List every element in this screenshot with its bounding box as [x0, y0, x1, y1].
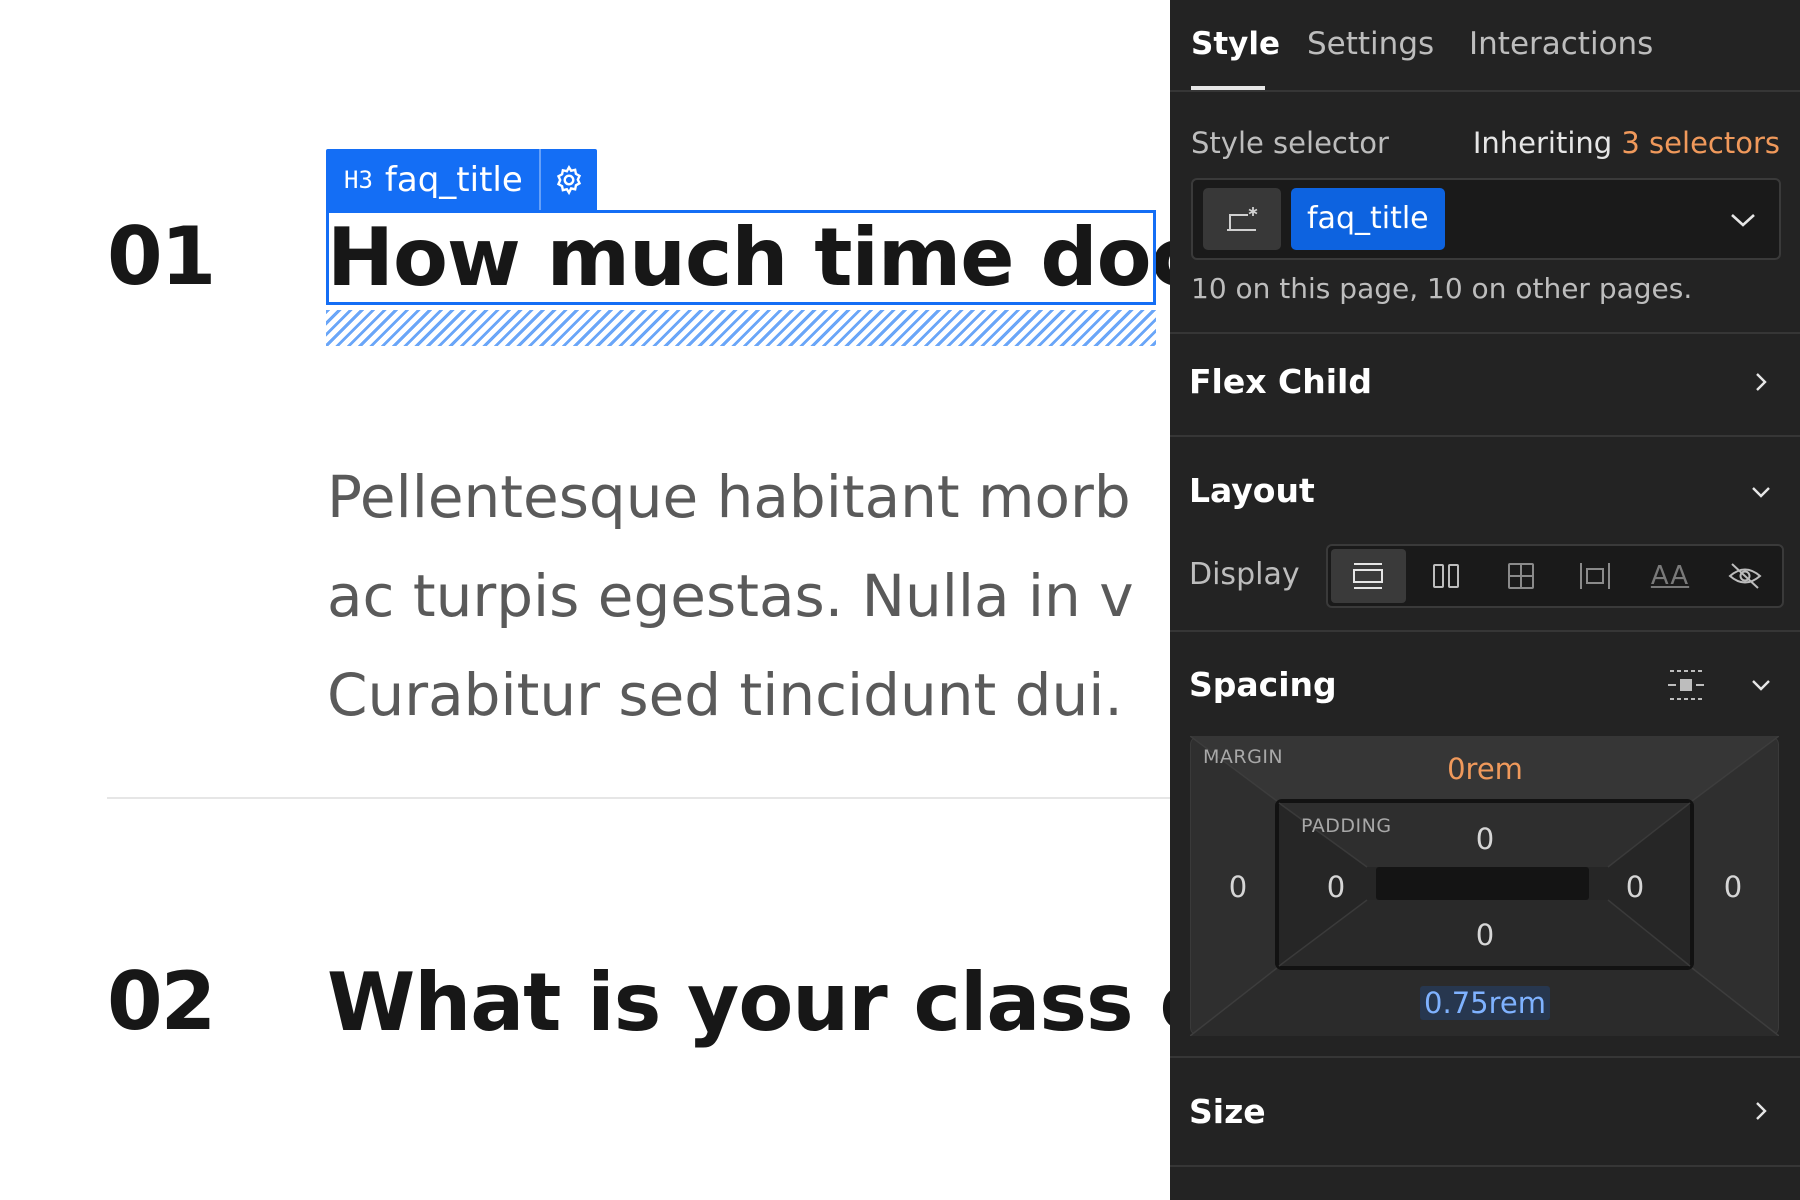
chevron-right-icon[interactable] [1744, 1094, 1778, 1128]
section-divider [1170, 1056, 1800, 1058]
chevron-down-icon[interactable] [1723, 200, 1763, 240]
selected-class-pill[interactable]: faq_title [1291, 188, 1445, 250]
faq-divider [107, 797, 1170, 799]
display-options: AA [1326, 544, 1784, 608]
padding-left-input[interactable]: 0 [1327, 870, 1345, 904]
style-selector-field[interactable]: faq_title [1191, 178, 1781, 260]
faq-number: 02 [107, 955, 216, 1048]
block-icon [1353, 563, 1384, 589]
gear-icon[interactable] [541, 149, 597, 210]
box-model-editor: MARGIN PADDING 0rem 0 0 0.75rem 0 0 0 0 [1190, 736, 1779, 1036]
flex-icon [1433, 564, 1459, 588]
padding-bottom-input[interactable]: 0 [1476, 918, 1494, 952]
selection-outline [326, 210, 1156, 305]
inheriting-info: Inheriting 3 selectors [1473, 126, 1780, 160]
section-divider [1170, 332, 1800, 334]
answer-line: Curabitur sed tincidunt dui. [327, 661, 1123, 729]
inline-icon: AA [1650, 561, 1690, 591]
faq-title[interactable]: What is your class co [327, 956, 1170, 1049]
chevron-down-icon[interactable] [1744, 475, 1778, 509]
section-spacing[interactable]: Spacing [1189, 665, 1337, 704]
section-flex-child[interactable]: Flex Child [1189, 362, 1372, 401]
section-divider [1170, 435, 1800, 437]
class-selector-icon [1227, 207, 1258, 231]
tab-style[interactable]: Style [1191, 26, 1280, 62]
tab-settings[interactable]: Settings [1307, 26, 1434, 62]
padding-right-input[interactable]: 0 [1626, 870, 1644, 904]
section-divider [1170, 1165, 1800, 1167]
element-class-label: faq_title [384, 159, 523, 200]
style-selector-label: Style selector [1191, 126, 1389, 160]
margin-left-input[interactable]: 0 [1229, 870, 1247, 904]
section-divider [1170, 630, 1800, 632]
margin-label: MARGIN [1203, 746, 1284, 768]
chevron-right-icon[interactable] [1744, 365, 1778, 399]
selector-state-button[interactable] [1203, 188, 1281, 250]
margin-bottom-input[interactable]: 0.75rem [1420, 986, 1550, 1020]
faq-number: 01 [107, 210, 216, 303]
spacing-preset-icon[interactable] [1663, 662, 1709, 708]
display-inline-button[interactable]: AA [1633, 546, 1708, 606]
padding-label: PADDING [1301, 815, 1392, 837]
inheriting-selectors-link[interactable]: 3 selectors [1621, 126, 1780, 160]
display-grid-button[interactable] [1483, 546, 1558, 606]
section-layout[interactable]: Layout [1189, 471, 1315, 510]
style-panel: Style Settings Interactions Style select… [1170, 0, 1800, 1200]
margin-hatch [326, 310, 1156, 346]
tab-interactions[interactable]: Interactions [1469, 26, 1653, 62]
display-none-button[interactable] [1707, 546, 1782, 606]
padding-top-input[interactable]: 0 [1476, 822, 1494, 856]
inheriting-prefix: Inheriting [1472, 126, 1613, 160]
chevron-down-icon[interactable] [1744, 668, 1778, 702]
element-tag-label: H3 [344, 165, 373, 194]
margin-top-input[interactable]: 0rem [1447, 752, 1523, 786]
answer-line: Pellentesque habitant morb [327, 463, 1131, 531]
design-canvas[interactable]: 01 How much time doc H3 faq_title Pellen… [0, 0, 1170, 1200]
grid-icon [1507, 563, 1534, 589]
element-selection-tag[interactable]: H3 faq_title [326, 149, 597, 210]
active-tab-indicator [1191, 86, 1265, 90]
display-block-button[interactable] [1331, 549, 1406, 603]
faq-answer[interactable]: Pellentesque habitant morb ac turpis ege… [327, 448, 1170, 745]
panel-tabs: Style Settings Interactions [1170, 0, 1800, 92]
display-label: Display [1189, 557, 1300, 592]
inline-block-icon [1580, 563, 1611, 589]
section-size[interactable]: Size [1189, 1092, 1266, 1131]
answer-line: ac turpis egestas. Nulla in v [327, 562, 1134, 630]
margin-right-input[interactable]: 0 [1724, 870, 1742, 904]
selector-usage-note: 10 on this page, 10 on other pages. [1191, 272, 1693, 305]
display-flex-button[interactable] [1409, 546, 1484, 606]
display-inline-block-button[interactable] [1558, 546, 1633, 606]
eye-off-icon [1728, 563, 1762, 589]
